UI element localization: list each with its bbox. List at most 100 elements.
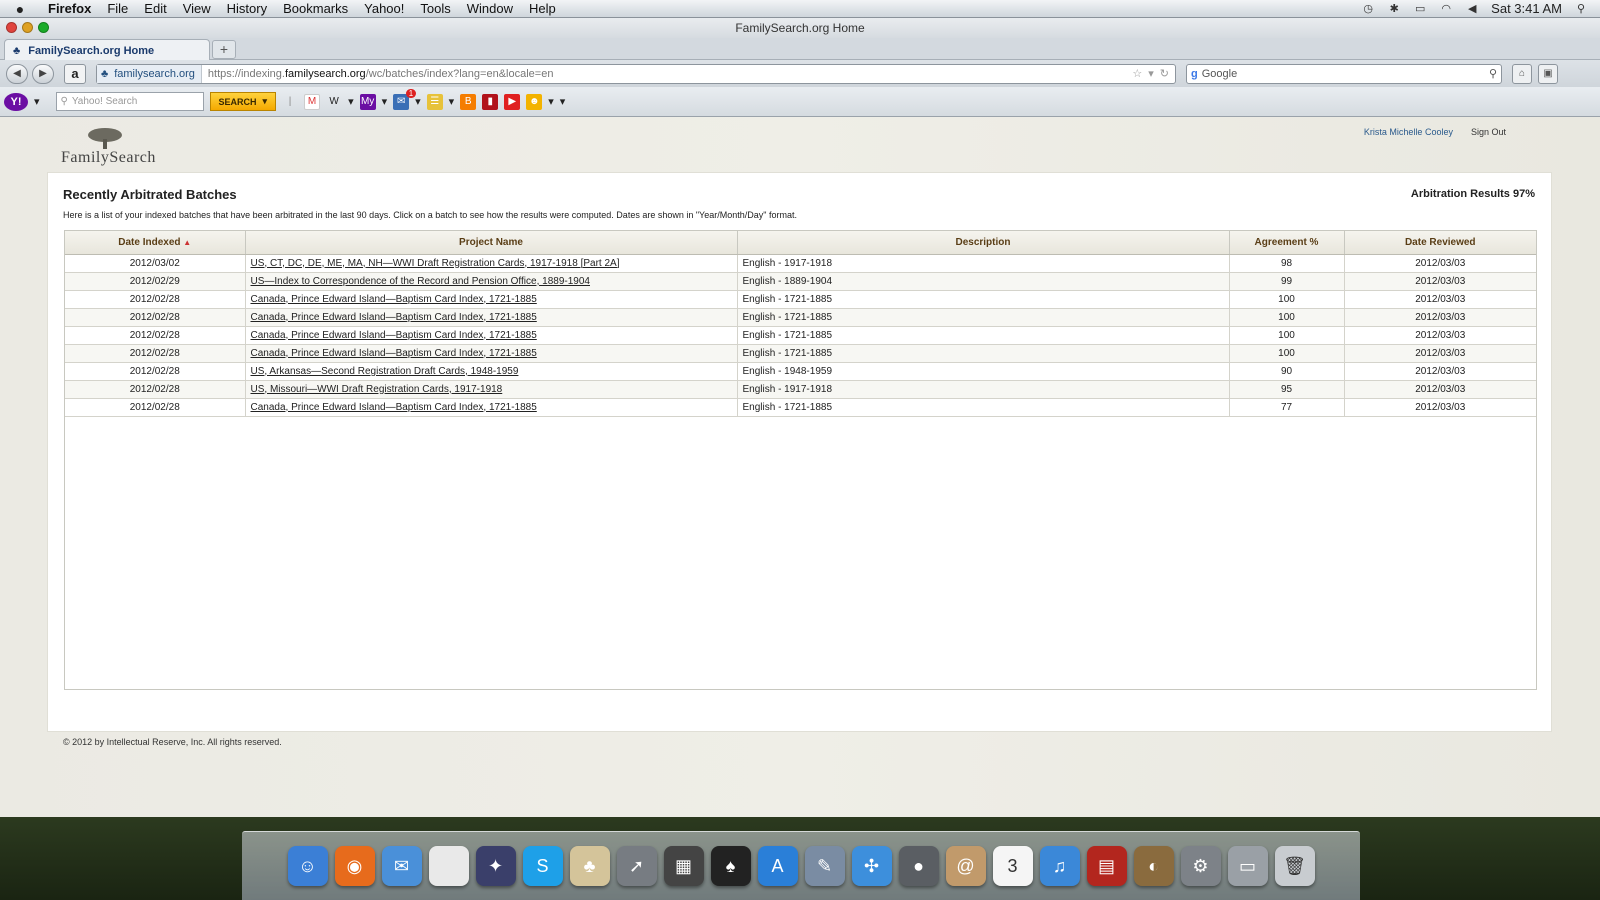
search-magnifier-icon[interactable]: ⚲ (1489, 67, 1497, 80)
table-row[interactable]: 2012/02/28 Canada, Prince Edward Island—B… (65, 308, 1536, 327)
project-link[interactable]: Canada, Prince Edward Island—Baptism Car… (251, 402, 537, 413)
google-engine-icon[interactable]: g (1191, 68, 1198, 80)
familysearch-app-icon[interactable]: ♣ (569, 846, 610, 886)
menu-bookmarks[interactable]: Bookmarks (275, 1, 356, 16)
folder-stack-icon[interactable]: ▭ (1227, 846, 1268, 886)
toolbar-overflow-dropdown-icon[interactable]: ▾ (560, 95, 566, 108)
column-header-date-reviewed[interactable]: Date Reviewed (1344, 231, 1536, 255)
column-header-description[interactable]: Description (737, 231, 1230, 255)
gmail-icon[interactable]: M (304, 93, 321, 110)
document-icon[interactable] (428, 846, 469, 886)
minimize-window-button[interactable] (22, 22, 33, 33)
system-preferences-icon[interactable]: ⚙ (1180, 846, 1221, 886)
time-machine-icon[interactable]: ◷ (1361, 3, 1375, 15)
address-book-icon[interactable]: @ (945, 846, 986, 886)
menu-tools[interactable]: Tools (412, 1, 458, 16)
wikipedia-dropdown-icon[interactable]: ▾ (348, 95, 354, 108)
familysearch-logo[interactable]: FamilySearch (61, 127, 161, 175)
url-bar[interactable]: ♣ familysearch.org https://indexing.fami… (96, 63, 1176, 84)
table-row[interactable]: 2012/02/28 Canada, Prince Edward Island—B… (65, 344, 1536, 363)
app-store-icon[interactable]: A (757, 846, 798, 886)
table-row[interactable]: 2012/02/28 Canada, Prince Edward Island—B… (65, 290, 1536, 309)
firefox-icon[interactable]: ◉ (334, 846, 375, 886)
table-row[interactable]: 2012/02/29 US—Index to Correspondence of … (65, 272, 1536, 291)
table-row[interactable]: 2012/02/28 US, Arkansas—Second Registrati… (65, 362, 1536, 381)
launchpad-icon[interactable]: ➚ (616, 846, 657, 886)
toolbar-more-dropdown-icon[interactable]: ▾ (548, 95, 554, 108)
table-row[interactable]: 2012/02/28 US, Missouri—WWI Draft Registr… (65, 380, 1536, 399)
menu-window[interactable]: Window (459, 1, 521, 16)
finder-icon[interactable]: ☺ (287, 846, 328, 886)
menu-file[interactable]: File (99, 1, 136, 16)
my-yahoo-icon[interactable]: My (359, 93, 376, 110)
project-link[interactable]: Canada, Prince Edward Island—Baptism Car… (251, 294, 537, 305)
project-link[interactable]: Canada, Prince Edward Island—Baptism Car… (251, 330, 537, 341)
menu-edit[interactable]: Edit (136, 1, 174, 16)
spotlight-search-icon[interactable]: ⚲ (1574, 3, 1588, 15)
yahoo-search-input[interactable]: ⚲ Yahoo! Search (55, 92, 204, 111)
menu-history[interactable]: History (219, 1, 275, 16)
apple-menu-icon[interactable]: ● (0, 1, 40, 17)
yahoo-mail-dropdown-icon[interactable]: ▾ (415, 95, 421, 108)
safari-icon[interactable]: ✣ (851, 846, 892, 886)
iphoto-icon[interactable]: ◐ (1133, 846, 1174, 886)
sign-out-link[interactable]: Sign Out (1471, 127, 1506, 137)
menu-view[interactable]: View (175, 1, 219, 16)
project-link[interactable]: US, Missouri—WWI Draft Registration Card… (251, 384, 503, 395)
menu-help[interactable]: Help (521, 1, 564, 16)
tab-familysearch-home[interactable]: ♣ FamilySearch.org Home (4, 39, 210, 61)
photo-stack-icon[interactable]: ▤ (1086, 846, 1127, 886)
battery-icon[interactable]: ▭ (1413, 3, 1427, 15)
itunes-icon[interactable]: ♫ (1039, 846, 1080, 886)
column-header-agreement[interactable]: Agreement % (1229, 231, 1345, 255)
yahoo-games-icon[interactable]: ☻ (526, 93, 543, 110)
news-icon[interactable]: ▮ (482, 93, 499, 110)
project-link[interactable]: US, Arkansas—Second Registration Draft C… (251, 366, 519, 377)
table-row[interactable]: 2012/02/28 Canada, Prince Edward Island—B… (65, 326, 1536, 345)
table-row[interactable]: 2012/03/02 US, CT, DC, DE, ME, MA, NH—WWI… (65, 254, 1536, 273)
project-link[interactable]: US, CT, DC, DE, ME, MA, NH—WWI Draft Reg… (251, 258, 620, 269)
home-icon[interactable]: ⌂ (1512, 63, 1532, 84)
column-header-date-indexed[interactable]: Date Indexed ▲ (65, 231, 246, 255)
close-window-button[interactable] (6, 22, 17, 33)
youtube-icon[interactable]: ▶ (504, 93, 521, 110)
wikipedia-icon[interactable]: W (326, 94, 342, 110)
back-button[interactable]: ◀ (6, 63, 28, 84)
project-link[interactable]: Canada, Prince Edward Island—Baptism Car… (251, 348, 537, 359)
solitaire-icon[interactable]: ♠ (710, 846, 751, 886)
url-history-dropdown-icon[interactable]: ▾ (1148, 67, 1154, 80)
facetime-icon[interactable]: ● (898, 846, 939, 886)
menu-app-firefox[interactable]: Firefox (40, 1, 99, 16)
new-tab-button[interactable]: + (212, 40, 236, 59)
yahoo-logo-icon[interactable]: Y! (4, 92, 28, 111)
amazon-button[interactable]: a (64, 63, 86, 84)
yahoo-mail-icon[interactable]: ✉ 1 (393, 88, 417, 110)
url-text[interactable]: https://indexing.familysearch.org/wc/bat… (202, 68, 554, 80)
project-link[interactable]: US—Index to Correspondence of the Record… (251, 276, 590, 287)
bookmark-star-icon[interactable]: ☆ (1132, 67, 1142, 80)
blogger-icon[interactable]: B (460, 93, 477, 110)
user-name-link[interactable]: Krista Michelle Cooley (1364, 127, 1453, 137)
preview-icon[interactable]: ✎ (804, 846, 845, 886)
bluetooth-icon[interactable]: ✱ (1387, 3, 1401, 15)
wifi-icon[interactable]: ◠ (1439, 3, 1453, 15)
zoom-window-button[interactable] (38, 22, 49, 33)
skype-icon[interactable]: S (522, 846, 563, 886)
menubar-clock[interactable]: Sat 3:41 AM (1491, 1, 1562, 16)
my-yahoo-dropdown-icon[interactable]: ▾ (382, 95, 388, 108)
ical-icon[interactable]: 3 (992, 846, 1033, 886)
mail-bird-icon[interactable]: ✉ (381, 846, 422, 886)
notepad-dropdown-icon[interactable]: ▾ (449, 95, 455, 108)
yahoo-search-button[interactable]: SEARCH ▾ (209, 92, 277, 111)
notepad-icon[interactable]: ☰ (426, 93, 443, 110)
yahoo-menu-dropdown-icon[interactable]: ▾ (34, 95, 40, 108)
photo-booth-icon[interactable]: ▦ (663, 846, 704, 886)
site-identity-button[interactable]: ♣ familysearch.org (97, 64, 202, 83)
trash-icon[interactable]: 🗑 (1274, 846, 1315, 886)
column-header-project-name[interactable]: Project Name (245, 231, 738, 255)
forward-button[interactable]: ▶ (32, 63, 54, 84)
menu-yahoo[interactable]: Yahoo! (356, 1, 412, 16)
volume-icon[interactable]: ◀ (1465, 3, 1479, 15)
downloads-icon[interactable]: ▣ (1538, 63, 1558, 84)
yahoo-search-dropdown-icon[interactable]: ▾ (263, 96, 268, 107)
